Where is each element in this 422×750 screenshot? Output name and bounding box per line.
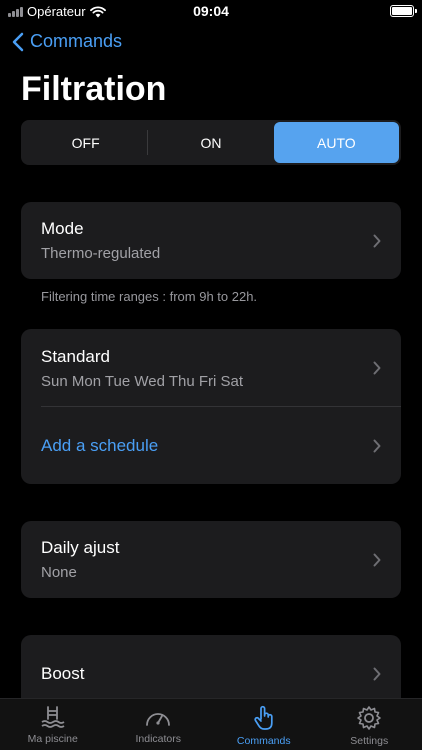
schedule-title: Standard [41,346,110,366]
hand-pointer-icon [254,705,273,730]
chevron-right-icon [373,553,381,566]
chevron-right-icon [373,667,381,681]
filtering-time-note: Filtering time ranges : from 9h to 22h. [41,289,258,304]
add-schedule-row[interactable]: Add a schedule [21,407,401,484]
battery-icon [390,5,417,17]
tab-ma-piscine[interactable]: Ma piscine [0,699,106,750]
boost-title: Boost [41,664,85,683]
back-label: Commands [30,31,123,51]
tab-label: Indicators [135,733,182,745]
tab-commands[interactable]: Commands [211,699,317,750]
segment-auto[interactable]: AUTO [273,122,399,163]
tab-bar: Ma piscine Indicators Commands Settings [0,698,422,750]
segment-on[interactable]: ON [148,122,273,163]
schedule-card: Standard Sun Mon Tue Wed Thu Fri Sat Add… [21,329,401,484]
chevron-right-icon [373,361,381,375]
mode-value: Thermo-regulated [41,245,161,262]
tab-settings[interactable]: Settings [317,699,422,750]
chevron-left-icon [12,32,24,51]
schedule-standard-row[interactable]: Standard Sun Mon Tue Wed Thu Fri Sat [21,329,401,407]
status-bar: Opérateur 09:04 [0,0,422,24]
mode-title: Mode [41,219,84,238]
page-title: Filtration [21,70,167,108]
chevron-right-icon [373,439,381,452]
filtration-segmented-control: OFF ON AUTO [21,120,401,165]
back-button[interactable]: Commands [12,31,122,52]
tab-label: Ma piscine [27,733,78,745]
mode-row[interactable]: Mode Thermo-regulated [21,202,401,279]
pool-icon [41,706,65,728]
tab-indicators[interactable]: Indicators [106,699,212,750]
chevron-right-icon [373,234,381,247]
segment-off[interactable]: OFF [23,122,149,163]
add-schedule-link[interactable]: Add a schedule [41,436,401,456]
daily-adjust-row[interactable]: Daily ajust None [21,521,401,598]
tab-label: Commands [236,735,291,747]
daily-adjust-card: Daily ajust None [21,521,401,598]
mode-card: Mode Thermo-regulated [21,202,401,279]
daily-adjust-value: None [41,564,77,581]
gear-icon [357,706,382,730]
schedule-days: Sun Mon Tue Wed Thu Fri Sat [41,372,244,390]
daily-adjust-title: Daily ajust [41,538,120,557]
gauge-icon [146,713,171,726]
status-time: 09:04 [193,3,229,19]
tab-label: Settings [350,735,389,747]
